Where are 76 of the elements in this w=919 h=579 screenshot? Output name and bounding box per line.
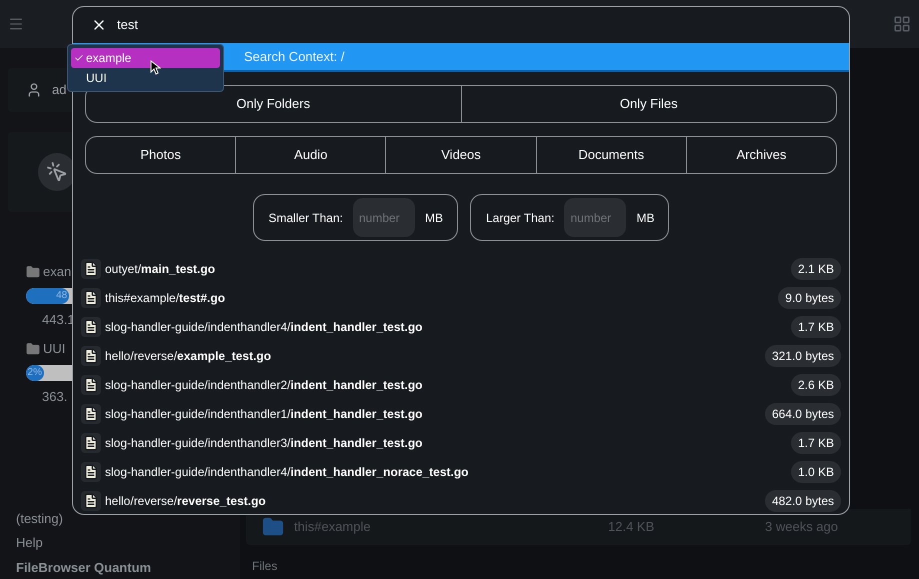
file-icon bbox=[83, 406, 99, 422]
result-path: this#example/test#.go bbox=[105, 290, 226, 306]
size-input[interactable]: number bbox=[564, 198, 626, 237]
result-size: 2.6 KB bbox=[790, 374, 841, 396]
folder-icon bbox=[26, 342, 40, 356]
filter-button[interactable]: Videos bbox=[385, 137, 536, 173]
file-icon bbox=[83, 492, 99, 508]
result-path: slog-handler-guide/indenthandler3/indent_handler_test.go bbox=[105, 434, 422, 452]
result-size: 1.7 KB bbox=[790, 316, 841, 338]
result-row[interactable]: slog-handler-guide/indenthandler3/indent_handler_test.go 1.7 KB bbox=[81, 428, 841, 457]
folder-modified: 3 weeks ago bbox=[765, 518, 838, 536]
result-path: outyet/main_test.go bbox=[105, 260, 216, 278]
storage-name[interactable]: UUI bbox=[43, 339, 66, 358]
user-icon bbox=[26, 82, 42, 98]
source-option[interactable]: example bbox=[71, 48, 220, 68]
storage-name[interactable]: exan bbox=[43, 262, 72, 282]
size-input[interactable]: number bbox=[352, 198, 415, 237]
result-size: 664.0 bytes bbox=[764, 402, 841, 424]
folder-size: 12.4 KB bbox=[608, 518, 656, 536]
filter-button[interactable]: Only Files bbox=[460, 86, 836, 122]
usage-percent: 48 bbox=[56, 289, 68, 303]
check-icon bbox=[74, 53, 84, 63]
result-size: 2.1 KB bbox=[790, 258, 841, 280]
folder-name: this#example bbox=[294, 518, 372, 536]
filter-button[interactable]: Photos bbox=[86, 137, 236, 173]
result-row[interactable]: slog-handler-guide/indenthandler4/indent_handler_norace_test.go 1.0 KB bbox=[81, 457, 841, 486]
filter-button[interactable]: Only Folders bbox=[86, 86, 460, 122]
result-row[interactable]: this#example/test#.go 9.0 bytes bbox=[81, 283, 841, 312]
unit-label: MB bbox=[424, 210, 443, 226]
source-option[interactable]: UUI bbox=[71, 68, 220, 88]
folder-icon bbox=[26, 264, 40, 279]
result-size: 9.0 bytes bbox=[778, 286, 841, 308]
result-path: slog-handler-guide/indenthandler1/indent_handler_test.go bbox=[105, 406, 422, 422]
result-size: 321.0 bytes bbox=[764, 344, 841, 366]
menu-icon[interactable] bbox=[8, 16, 24, 32]
result-path: hello/reverse/example_test.go bbox=[105, 348, 272, 364]
file-icon bbox=[83, 318, 99, 334]
source-label: UUI bbox=[86, 70, 107, 87]
result-row[interactable]: hello/reverse/example_test.go 321.0 bytes bbox=[81, 341, 841, 370]
result-size: 1.0 KB bbox=[790, 460, 841, 482]
usage-size: 443.1 bbox=[41, 310, 75, 328]
section-title: Files bbox=[252, 558, 278, 575]
folder-icon bbox=[262, 516, 284, 538]
grid-icon[interactable] bbox=[893, 15, 911, 33]
file-icon bbox=[83, 290, 99, 306]
app-name: FileBrowser Quantum bbox=[16, 558, 152, 576]
filter-button[interactable]: Audio bbox=[235, 137, 386, 173]
cursor-icon bbox=[150, 60, 161, 75]
result-row[interactable]: slog-handler-guide/indenthandler4/indent_handler_test.go 1.7 KB bbox=[81, 312, 841, 341]
result-size: 1.7 KB bbox=[790, 432, 841, 454]
file-icon bbox=[83, 260, 99, 276]
usage-percent: 2% bbox=[28, 366, 42, 380]
size-label: Smaller Than: bbox=[268, 210, 343, 226]
result-path: slog-handler-guide/indenthandler4/indent_handler_norace_test.go bbox=[105, 464, 469, 480]
size-label: Larger Than: bbox=[486, 210, 554, 226]
pointer-click-icon[interactable] bbox=[46, 161, 68, 183]
user-name: ad bbox=[52, 81, 66, 100]
filter-button[interactable]: Documents bbox=[536, 137, 686, 173]
file-icon bbox=[83, 348, 99, 364]
result-path: slog-handler-guide/indenthandler2/indent_handler_test.go bbox=[105, 376, 422, 394]
filter-button[interactable]: Archives bbox=[686, 137, 836, 173]
file-icon bbox=[83, 376, 99, 392]
search-field[interactable]: test bbox=[117, 15, 417, 35]
source-label: example bbox=[86, 50, 132, 67]
result-row[interactable]: slog-handler-guide/indenthandler1/indent_handler_test.go 664.0 bytes bbox=[81, 399, 841, 428]
result-size: 482.0 bytes bbox=[764, 490, 841, 512]
search-context: Search Context: / bbox=[244, 48, 344, 66]
file-icon bbox=[83, 434, 99, 450]
unit-label: MB bbox=[636, 210, 654, 226]
file-icon bbox=[83, 464, 99, 480]
result-row[interactable]: outyet/main_test.go 2.1 KB bbox=[81, 254, 841, 283]
result-row[interactable]: slog-handler-guide/indenthandler2/indent_handler_test.go 2.6 KB bbox=[81, 370, 841, 399]
result-path: hello/reverse/reverse_test.go bbox=[105, 492, 266, 510]
usage-size: 363. bbox=[41, 388, 68, 406]
sidebar-link[interactable]: Help bbox=[16, 533, 43, 552]
result-path: slog-handler-guide/indenthandler4/indent_handler_test.go bbox=[105, 318, 422, 336]
